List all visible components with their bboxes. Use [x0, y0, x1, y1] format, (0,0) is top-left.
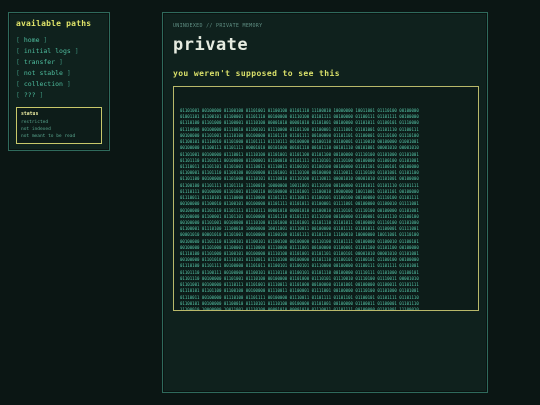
sidebar-panel: available paths [ home ] [ initial logs … — [8, 12, 110, 151]
nav-item-collection[interactable]: [ collection ] — [16, 79, 102, 90]
nav-item-initial-logs[interactable]: [ initial logs ] — [16, 46, 102, 57]
nav-item-label: home — [23, 36, 40, 44]
nav-item-home[interactable]: [ home ] — [16, 35, 102, 46]
nav-item-transfer[interactable]: [ transfer ] — [16, 57, 102, 68]
nav-item-label: collection — [23, 80, 63, 88]
nav-item-not-stable[interactable]: [ not stable ] — [16, 68, 102, 79]
status-line-restricted: restricted — [21, 120, 49, 125]
main-panel: UNINDEXED // PRIVATE MEMORY private you … — [162, 12, 488, 393]
nav-item-label: not stable — [23, 69, 63, 77]
page-subtitle: you weren't supposed to see this — [173, 69, 340, 78]
page-title: private — [173, 35, 249, 55]
path-list: [ home ] [ initial logs ] [ transfer ] [… — [16, 35, 102, 101]
status-line-not-meant: not meant to be read — [21, 134, 76, 139]
nav-item-label: ??? — [23, 91, 36, 99]
status-title: status — [21, 112, 39, 117]
nav-item-unknown[interactable]: [ ??? ] — [16, 90, 102, 101]
binary-message-text: 01101001 00100000 01100100 01101001 0110… — [180, 108, 472, 311]
binary-message-box: 01101001 00100000 01100100 01101001 0110… — [173, 86, 479, 311]
sidebar-title: available paths — [16, 19, 92, 28]
nav-item-label: transfer — [23, 58, 56, 66]
status-line-not-indexed: not indexed — [21, 127, 51, 132]
binary-line: 11100010 10000000 10011001 01110100 0000… — [180, 307, 419, 311]
status-box: status restricted not indexed not meant … — [16, 107, 102, 144]
breadcrumb: UNINDEXED // PRIVATE MEMORY — [173, 23, 263, 29]
nav-item-label: initial logs — [23, 47, 71, 55]
